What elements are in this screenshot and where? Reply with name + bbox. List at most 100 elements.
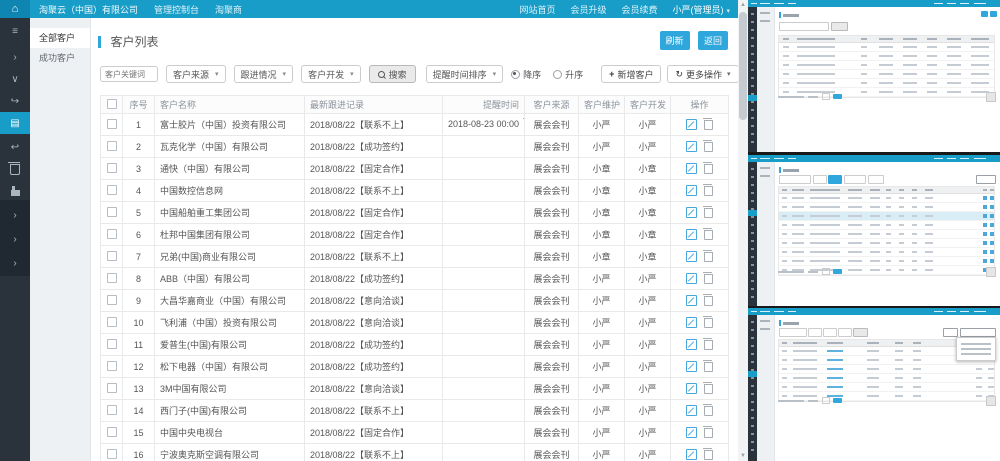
chevron-right-icon[interactable]: › bbox=[0, 228, 30, 250]
customer-developer: 小严 bbox=[625, 290, 671, 312]
menu-icon[interactable]: ≡ bbox=[0, 20, 30, 42]
chevron-down-icon[interactable]: ∨ bbox=[0, 68, 30, 90]
edit-icon[interactable] bbox=[686, 295, 697, 306]
row-checkbox[interactable] bbox=[107, 295, 117, 305]
sign-out-icon[interactable]: ↩ bbox=[0, 136, 30, 158]
delete-icon[interactable] bbox=[704, 186, 713, 196]
scroll-down-icon[interactable]: ▼ bbox=[738, 451, 748, 461]
develop-select[interactable]: 客户开发 bbox=[301, 65, 361, 83]
followup-select[interactable]: 跟进情况 bbox=[234, 65, 294, 83]
customer-maintainer: 小严 bbox=[579, 378, 625, 400]
row-checkbox[interactable] bbox=[107, 185, 117, 195]
edit-icon[interactable] bbox=[686, 185, 697, 196]
row-checkbox[interactable] bbox=[107, 405, 117, 415]
customer-developer: 小严 bbox=[625, 334, 671, 356]
customer-name: 杜邦中国集团有限公司 bbox=[155, 224, 305, 246]
refresh-button[interactable]: 刷新 bbox=[660, 31, 690, 50]
row-checkbox[interactable] bbox=[107, 383, 117, 393]
customer-source: 展会会刊 bbox=[525, 422, 579, 444]
back-button[interactable]: 返回 bbox=[698, 31, 728, 50]
edit-icon[interactable] bbox=[686, 229, 697, 240]
mini-pagination bbox=[778, 397, 842, 404]
row-checkbox[interactable] bbox=[107, 163, 117, 173]
chevron-right-icon[interactable]: › bbox=[0, 252, 30, 274]
delete-icon[interactable] bbox=[704, 340, 713, 350]
customer-source: 展会会刊 bbox=[525, 136, 579, 158]
row-checkbox[interactable] bbox=[107, 119, 117, 129]
row-number: 9 bbox=[123, 290, 155, 312]
edit-icon[interactable] bbox=[686, 361, 697, 372]
delete-icon[interactable] bbox=[704, 230, 713, 240]
row-checkbox[interactable] bbox=[107, 317, 117, 327]
row-checkbox[interactable] bbox=[107, 339, 117, 349]
scrollbar-thumb[interactable] bbox=[739, 12, 747, 120]
scroll-up-icon[interactable]: ▲ bbox=[738, 0, 748, 10]
reminder-time bbox=[443, 136, 525, 158]
delete-icon[interactable] bbox=[704, 384, 713, 394]
followup-record: 2018/08/22【联系不上】 bbox=[305, 444, 443, 461]
row-checkbox[interactable] bbox=[107, 229, 117, 239]
edit-icon[interactable] bbox=[686, 119, 697, 130]
sort-asc-radio[interactable]: 升序 bbox=[553, 68, 583, 81]
vertical-scrollbar[interactable]: ▲ ▼ bbox=[738, 0, 748, 461]
edit-icon[interactable] bbox=[686, 427, 697, 438]
sort-desc-radio[interactable]: 降序 bbox=[511, 68, 541, 81]
row-checkbox[interactable] bbox=[107, 427, 117, 437]
delete-icon[interactable] bbox=[704, 142, 713, 152]
edit-icon[interactable] bbox=[686, 317, 697, 328]
row-checkbox[interactable] bbox=[107, 449, 117, 459]
edit-icon[interactable] bbox=[686, 405, 697, 416]
delete-icon[interactable] bbox=[704, 428, 713, 438]
table-row: 3通快（中国）有限公司2018/08/22【固定合作】展会会刊小章小章 bbox=[101, 158, 729, 180]
row-checkbox[interactable] bbox=[107, 273, 117, 283]
edit-icon[interactable] bbox=[686, 449, 697, 460]
sidebar-item-success-customers[interactable]: 成功客户 bbox=[30, 48, 90, 68]
nav-member-renew[interactable]: 会员续费 bbox=[621, 3, 657, 16]
row-checkbox[interactable] bbox=[107, 207, 117, 217]
reminder-time bbox=[443, 202, 525, 224]
add-customer-button[interactable]: 新增客户 bbox=[601, 65, 661, 83]
delete-icon[interactable] bbox=[704, 252, 713, 262]
home-button[interactable]: ⌂ bbox=[0, 0, 30, 18]
nav-site-home[interactable]: 网站首页 bbox=[519, 3, 555, 16]
customers-list-icon[interactable]: ▤ bbox=[0, 112, 30, 134]
sidebar-item-all-customers[interactable]: 全部客户 bbox=[30, 28, 90, 48]
sign-in-icon[interactable]: ↪ bbox=[0, 90, 30, 112]
source-select[interactable]: 客户来源 bbox=[166, 65, 226, 83]
delete-icon[interactable] bbox=[704, 362, 713, 372]
sort-select[interactable]: 提醒时间排序 bbox=[426, 65, 504, 83]
more-actions-button[interactable]: 更多操作 bbox=[667, 65, 738, 83]
edit-icon[interactable] bbox=[686, 273, 697, 284]
select-all-checkbox[interactable] bbox=[107, 99, 117, 109]
chevron-right-icon[interactable]: › bbox=[0, 204, 30, 226]
company-brand[interactable]: 淘聚云（中国）有限公司 bbox=[39, 3, 138, 16]
delete-icon[interactable] bbox=[704, 208, 713, 218]
delete-icon[interactable] bbox=[704, 120, 713, 130]
row-actions bbox=[671, 444, 729, 461]
delete-icon[interactable] bbox=[704, 318, 713, 328]
edit-icon[interactable] bbox=[686, 163, 697, 174]
delete-icon[interactable] bbox=[704, 450, 713, 460]
nav-admin-console[interactable]: 管理控制台 bbox=[154, 3, 199, 16]
delete-icon[interactable] bbox=[704, 296, 713, 306]
search-button[interactable]: 搜索 bbox=[369, 65, 416, 83]
edit-icon[interactable] bbox=[686, 141, 697, 152]
edit-icon[interactable] bbox=[686, 207, 697, 218]
edit-icon[interactable] bbox=[686, 251, 697, 262]
customer-source: 展会会刊 bbox=[525, 202, 579, 224]
keyword-input[interactable] bbox=[100, 66, 158, 82]
edit-icon[interactable] bbox=[686, 383, 697, 394]
thumb-up-icon[interactable] bbox=[0, 180, 30, 202]
row-checkbox[interactable] bbox=[107, 251, 117, 261]
delete-icon[interactable] bbox=[704, 274, 713, 284]
edit-icon[interactable] bbox=[686, 339, 697, 350]
row-checkbox[interactable] bbox=[107, 361, 117, 371]
delete-icon[interactable] bbox=[704, 164, 713, 174]
nav-member-upgrade[interactable]: 会员升级 bbox=[570, 3, 606, 16]
delete-icon[interactable] bbox=[704, 406, 713, 416]
row-checkbox[interactable] bbox=[107, 141, 117, 151]
chevron-right-icon[interactable]: › bbox=[0, 46, 30, 68]
user-menu[interactable]: 小严(管理员) bbox=[672, 3, 730, 16]
nav-mall[interactable]: 淘聚商 bbox=[215, 3, 242, 16]
trash-icon[interactable] bbox=[0, 158, 30, 180]
